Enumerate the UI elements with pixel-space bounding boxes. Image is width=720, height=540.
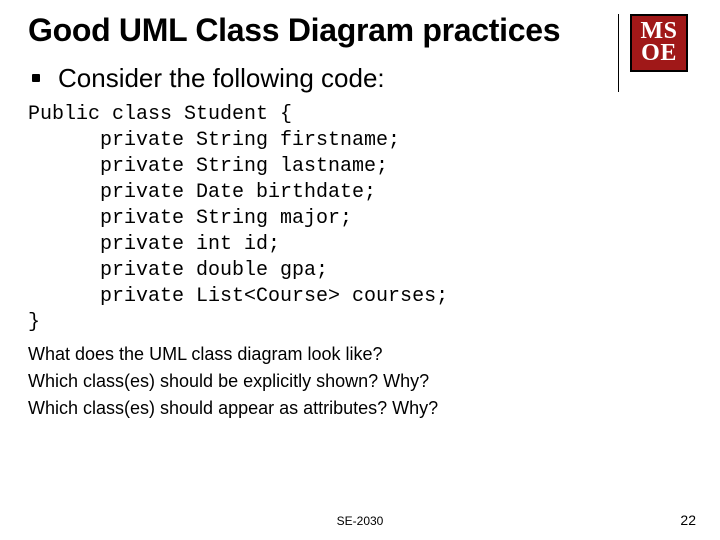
code-line: private String major; [28, 207, 352, 230]
code-line: private List<Course> courses; [28, 285, 448, 308]
logo-line-2: OE [641, 43, 677, 65]
logo: MS OE [630, 14, 688, 72]
footer-page-number: 22 [680, 512, 696, 528]
code-line: private int id; [28, 233, 280, 256]
bullet-icon [32, 74, 40, 82]
code-line: private double gpa; [28, 259, 328, 282]
body: Consider the following code: Public clas… [28, 63, 692, 422]
code-block: Public class Student { private String fi… [28, 102, 692, 336]
question-line: What does the UML class diagram look lik… [28, 342, 692, 367]
footer-center: SE-2030 [0, 514, 720, 528]
code-line: private String lastname; [28, 155, 388, 178]
logo-box: MS OE [630, 14, 688, 72]
logo-divider [618, 14, 619, 92]
question-line: Which class(es) should be explicitly sho… [28, 369, 692, 394]
title-block: Good UML Class Diagram practices MS OE [28, 12, 692, 49]
lead-row: Consider the following code: [28, 63, 692, 94]
question-line: Which class(es) should appear as attribu… [28, 396, 692, 421]
code-line: private String firstname; [28, 129, 400, 152]
code-line: private Date birthdate; [28, 181, 376, 204]
slide: Good UML Class Diagram practices MS OE C… [0, 0, 720, 540]
questions: What does the UML class diagram look lik… [28, 342, 692, 422]
code-line: Public class Student { [28, 103, 292, 126]
page-title: Good UML Class Diagram practices [28, 12, 692, 49]
lead-text: Consider the following code: [58, 63, 385, 94]
code-line: } [28, 311, 40, 334]
